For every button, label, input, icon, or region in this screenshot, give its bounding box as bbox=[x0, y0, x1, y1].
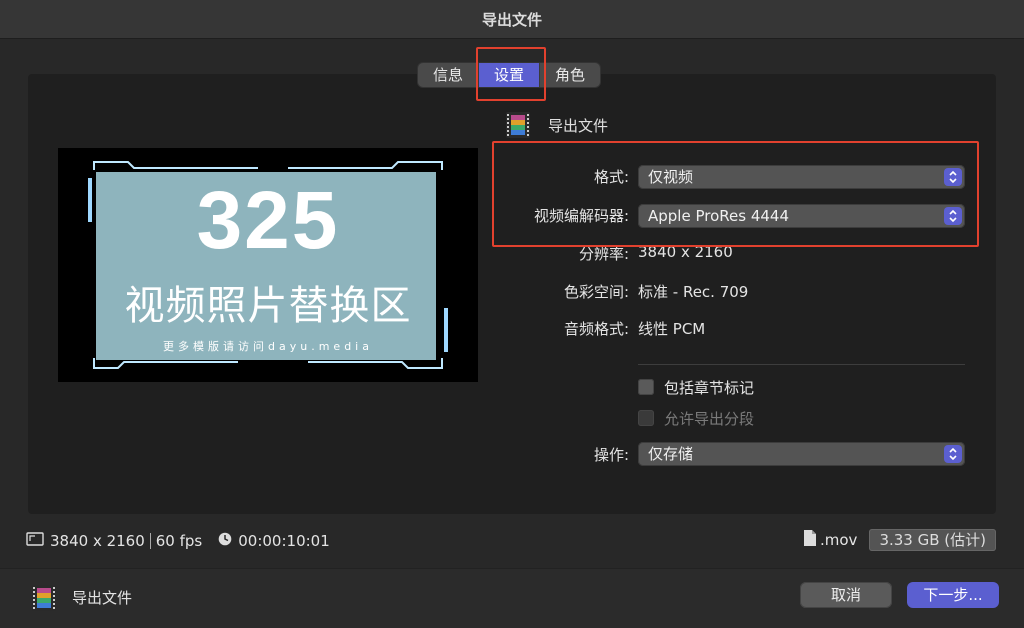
preview-title: 视频照片替换区 bbox=[124, 283, 412, 329]
file-extension-group: .mov bbox=[804, 530, 857, 550]
codec-value: Apple ProRes 4444 bbox=[648, 207, 789, 225]
resolution-value: 3840 x 2160 bbox=[638, 243, 733, 261]
chevron-updown-icon bbox=[944, 445, 962, 463]
info-resolution: 3840 x 2160 bbox=[50, 532, 145, 550]
info-duration: 00:00:10:01 bbox=[238, 532, 330, 550]
include-chapters-label: 包括章节标记 bbox=[664, 378, 755, 397]
tab-bar: 信息 设置 角色 bbox=[418, 63, 601, 87]
estimated-size-badge: 3.33 GB (估计) bbox=[869, 529, 996, 551]
format-value: 仅视频 bbox=[648, 168, 694, 186]
preview-thumbnail: 325 视频照片替换区 更多模版请访问dayu.media bbox=[58, 148, 478, 382]
include-chapters-checkbox[interactable] bbox=[638, 379, 654, 395]
film-strip-icon bbox=[32, 585, 56, 611]
separator bbox=[149, 533, 151, 549]
audio-format-label: 音频格式: bbox=[563, 320, 629, 338]
action-label: 操作: bbox=[593, 446, 629, 464]
color-space-value: 标准 - Rec. 709 bbox=[638, 283, 749, 301]
window-title: 导出文件 bbox=[0, 0, 1024, 39]
clock-icon bbox=[218, 532, 232, 550]
document-icon bbox=[804, 530, 816, 550]
frame-size-icon bbox=[26, 532, 44, 550]
include-chapters-row[interactable]: 包括章节标记 bbox=[638, 377, 754, 397]
tab-settings[interactable]: 设置 bbox=[478, 63, 540, 87]
divider bbox=[638, 364, 965, 365]
format-select[interactable]: 仅视频 bbox=[638, 165, 965, 189]
resolution-label: 分辨率: bbox=[578, 245, 629, 263]
tab-roles[interactable]: 角色 bbox=[539, 63, 600, 87]
preview-subtitle: 更多模版请访问dayu.media bbox=[163, 340, 373, 353]
cancel-button[interactable]: 取消 bbox=[800, 582, 892, 608]
chevron-updown-icon bbox=[944, 207, 962, 225]
allow-segments-checkbox bbox=[638, 410, 654, 426]
codec-select[interactable]: Apple ProRes 4444 bbox=[638, 204, 965, 228]
allow-segments-row: 允许导出分段 bbox=[638, 408, 754, 428]
color-space-label: 色彩空间: bbox=[563, 283, 629, 301]
audio-format-value: 线性 PCM bbox=[638, 320, 706, 338]
action-value: 仅存储 bbox=[648, 445, 694, 463]
export-header-label: 导出文件 bbox=[548, 116, 609, 135]
next-button[interactable]: 下一步... bbox=[907, 582, 999, 608]
action-select[interactable]: 仅存储 bbox=[638, 442, 965, 466]
format-label: 格式: bbox=[593, 168, 629, 186]
film-strip-icon bbox=[506, 112, 530, 138]
file-info: .mov 3.33 GB (估计) bbox=[804, 528, 996, 552]
allow-segments-label: 允许导出分段 bbox=[664, 409, 755, 428]
export-header: 导出文件 bbox=[506, 112, 608, 138]
tab-info[interactable]: 信息 bbox=[418, 63, 478, 87]
file-extension: .mov bbox=[820, 531, 858, 549]
preview-number: 325 bbox=[196, 175, 340, 266]
footer-label: 导出文件 bbox=[72, 589, 133, 607]
info-fps: 60 fps bbox=[155, 532, 203, 550]
codec-label: 视频编解码器: bbox=[533, 207, 629, 225]
info-bar: 3840 x 2160 60 fps 00:00:10:01 bbox=[26, 530, 330, 552]
chevron-updown-icon bbox=[944, 168, 962, 186]
